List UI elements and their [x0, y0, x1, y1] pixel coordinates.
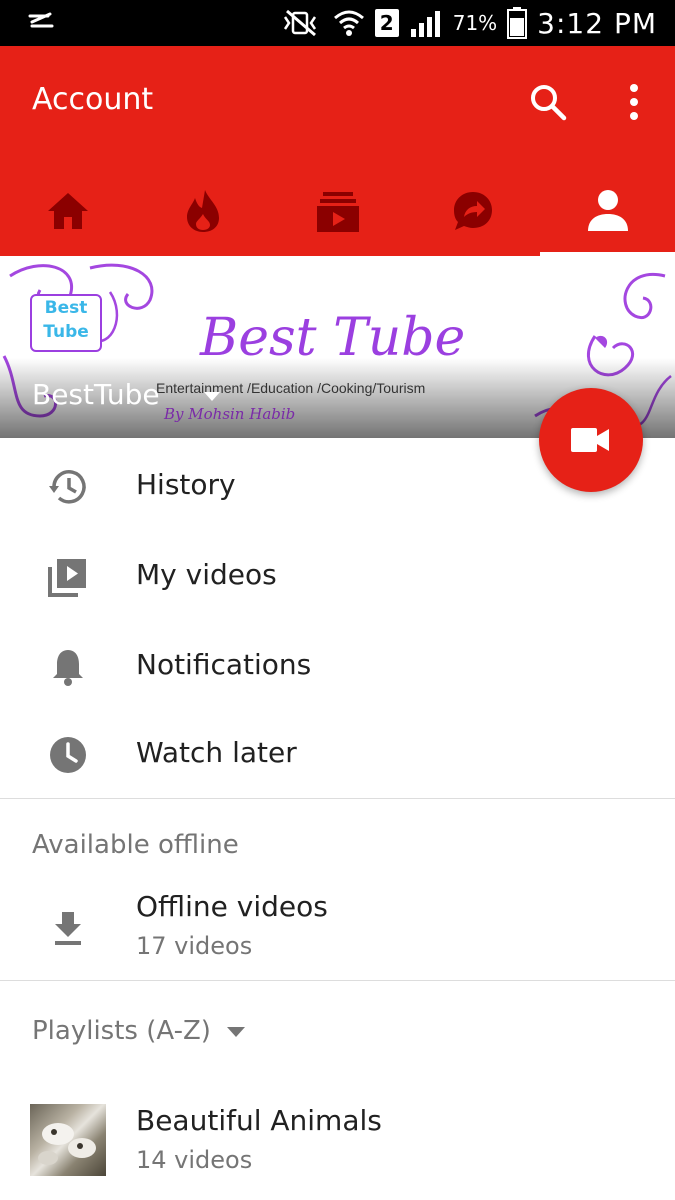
- tab-bar: [0, 166, 675, 256]
- menu-item-label: History: [136, 468, 236, 501]
- shared-icon: [453, 192, 492, 230]
- wifi-icon: [333, 10, 364, 36]
- tab-account[interactable]: [540, 166, 675, 256]
- offline-videos-count: 17 videos: [136, 932, 253, 960]
- offline-videos-label: Offline videos: [136, 890, 328, 923]
- menu-item-notifications[interactable]: Notifications: [0, 622, 675, 712]
- more-options-icon[interactable]: [614, 82, 654, 122]
- account-icon: [587, 190, 628, 231]
- section-title-playlists: Playlists (A-Z): [32, 1016, 211, 1046]
- menu-item-label: My videos: [136, 558, 277, 591]
- playlist-item[interactable]: Beautiful Animals 14 videos: [0, 1100, 675, 1186]
- playlist-thumbnail: [30, 1104, 106, 1176]
- menu-item-label: Notifications: [136, 648, 312, 681]
- menu-item-label: Watch later: [136, 736, 297, 769]
- app-bar: Account: [0, 46, 675, 256]
- channel-name[interactable]: BestTube: [32, 378, 160, 411]
- channel-switch-caret-icon[interactable]: [204, 392, 220, 401]
- page-title: Account: [32, 82, 154, 117]
- tab-subscriptions[interactable]: [270, 166, 405, 256]
- playlist-title: Beautiful Animals: [136, 1104, 382, 1137]
- offline-videos-item[interactable]: Offline videos 17 videos: [0, 884, 675, 978]
- clock-icon: [46, 733, 90, 777]
- menu-item-history[interactable]: History: [0, 442, 675, 532]
- download-icon: [46, 906, 90, 950]
- history-icon: [46, 465, 90, 509]
- signal-icon: [410, 11, 440, 37]
- divider: [0, 980, 675, 981]
- chevron-down-icon: [226, 1026, 245, 1037]
- banner-logo-line2: Tube: [43, 322, 89, 342]
- home-icon: [47, 193, 88, 229]
- trending-icon: [186, 190, 219, 232]
- playlists-sort-header[interactable]: Playlists (A-Z): [32, 1016, 245, 1046]
- my-videos-icon: [46, 555, 90, 599]
- banner-logo: Best Tube: [30, 294, 102, 352]
- section-title-offline: Available offline: [32, 830, 239, 860]
- banner-byline: By Mohsin Habib: [164, 405, 296, 423]
- status-bar: 2 71% 3:12 PM: [0, 0, 675, 46]
- sim-slot-badge: 2: [374, 9, 399, 37]
- divider: [0, 798, 675, 799]
- tab-home[interactable]: [0, 166, 135, 256]
- bell-icon: [46, 645, 90, 689]
- tab-trending[interactable]: [135, 166, 270, 256]
- battery-percent: 71%: [452, 11, 498, 35]
- subscriptions-icon: [316, 192, 359, 232]
- banner-logo-line1: Best: [44, 298, 88, 318]
- banner-subtitle: Entertainment /Education /Cooking/Touris…: [156, 380, 426, 396]
- notification-icon: [28, 12, 54, 28]
- vibrate-mute-icon: [283, 9, 316, 37]
- search-icon[interactable]: [528, 82, 568, 122]
- clock-time: 3:12 PM: [537, 6, 657, 40]
- battery-icon: [507, 7, 528, 39]
- tab-shared[interactable]: [405, 166, 540, 256]
- menu-item-my-videos[interactable]: My videos: [0, 532, 675, 622]
- menu-item-watch-later[interactable]: Watch later: [0, 712, 675, 798]
- playlist-video-count: 14 videos: [136, 1146, 253, 1174]
